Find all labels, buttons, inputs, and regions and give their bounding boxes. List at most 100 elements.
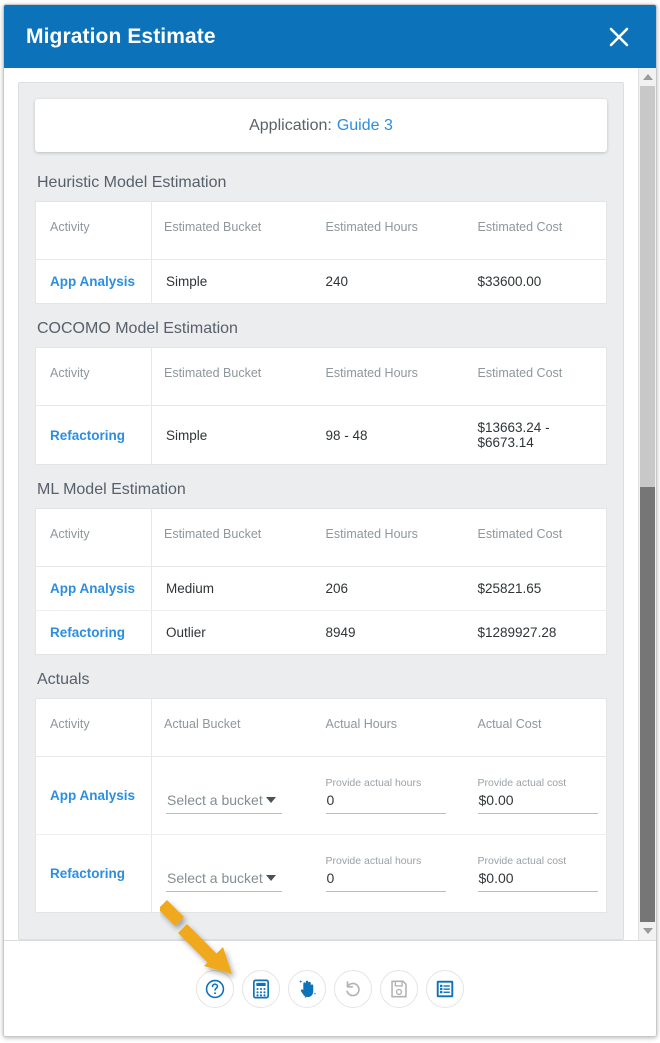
calculator-icon (253, 979, 269, 998)
bucket-select[interactable]: Select a bucket (166, 855, 282, 892)
actual-cost-value: $0.00 (477, 868, 598, 892)
section-title: ML Model Estimation (37, 481, 186, 498)
chevron-down-icon (642, 928, 653, 934)
application-name-link[interactable]: Guide 3 (337, 117, 393, 135)
chevron-up-icon (642, 74, 653, 80)
cell-activity-link[interactable]: Refactoring (35, 405, 152, 465)
content-card: Application: Guide 3 Heuristic Model Est… (18, 82, 624, 940)
table-header-row: Activity Estimated Bucket Estimated Hour… (35, 347, 607, 406)
application-banner: Application: Guide 3 (35, 99, 607, 152)
scrollbar-track[interactable] (639, 86, 656, 922)
bucket-select[interactable]: Select a bucket (166, 777, 282, 814)
bucket-select-value: Select a bucket (167, 870, 263, 886)
cell-estimated-cost: $33600.00 (477, 274, 542, 289)
heuristic-estimation-table: Activity Estimated Bucket Estimated Hour… (35, 201, 607, 304)
actual-cost-input[interactable]: Provide actual cost $0.00 (477, 777, 598, 814)
actual-hours-value: 0 (325, 868, 446, 892)
scrollbar-up-button[interactable] (639, 68, 656, 86)
save-icon (391, 980, 407, 997)
table-row: Refactoring Select a bucket Provide actu… (35, 834, 607, 913)
section-ml-model-estimation: ML Model Estimation Activity Estimated B… (35, 481, 607, 655)
scrollbar-track-upper (640, 86, 655, 488)
table-header-row: Activity Estimated Bucket Estimated Hour… (35, 201, 607, 260)
help-button[interactable] (196, 969, 234, 1008)
actual-hours-input[interactable]: Provide actual hours 0 (325, 777, 446, 814)
actual-cost-label: Provide actual cost (477, 777, 567, 789)
migration-estimate-dialog: Migration Estimate Application: Guide 3 (3, 4, 657, 1037)
column-header-activity: Activity (35, 201, 152, 260)
section-heuristic-model-estimation: Heuristic Model Estimation Activity Esti… (35, 174, 607, 304)
calculator-button[interactable] (242, 969, 280, 1008)
column-header-activity: Activity (35, 698, 152, 757)
cell-activity-link[interactable]: Refactoring (35, 834, 152, 913)
actual-cost-input[interactable]: Provide actual cost $0.00 (477, 855, 598, 892)
column-header-estimated-hours: Estimated Hours (311, 508, 464, 567)
footer-toolbar (4, 940, 656, 1036)
section-title: Heuristic Model Estimation (37, 174, 227, 191)
ml-estimation-table: Activity Estimated Bucket Estimated Hour… (35, 508, 607, 655)
screen: Migration Estimate Application: Guide 3 (0, 0, 660, 1043)
column-header-estimated-bucket: Estimated Bucket (151, 201, 312, 260)
actual-hours-label: Provide actual hours (325, 777, 422, 789)
scrollbar-down-button[interactable] (639, 922, 656, 940)
table-row: App Analysis Medium 206 $25821.65 (35, 566, 607, 611)
column-header-actual-bucket: Actual Bucket (151, 698, 312, 757)
scrollbar-thumb[interactable] (640, 487, 655, 922)
close-button[interactable] (602, 20, 636, 54)
section-title: Actuals (37, 671, 90, 688)
auto-fill-button[interactable] (288, 969, 326, 1008)
table-row: Refactoring Simple 98 - 48 $13663.24 - $… (35, 405, 607, 465)
column-header-estimated-cost: Estimated Cost (463, 201, 607, 260)
application-label: Application: (249, 116, 332, 134)
help-icon (205, 979, 225, 998)
cell-estimated-cost: $25821.65 (463, 566, 607, 611)
cell-estimated-hours: 206 (311, 566, 464, 611)
actual-hours-label: Provide actual hours (325, 855, 422, 867)
cell-actual-hours: Provide actual hours 0 (311, 756, 464, 835)
cocomo-estimation-table: Activity Estimated Bucket Estimated Hour… (35, 347, 607, 465)
column-header-estimated-bucket: Estimated Bucket (151, 508, 312, 567)
cell-estimated-cost: $13663.24 - $6673.14 (477, 420, 550, 450)
cell-actual-hours: Provide actual hours 0 (312, 835, 464, 913)
close-icon (609, 27, 629, 46)
table-header-row: Activity Estimated Bucket Estimated Hour… (35, 508, 607, 567)
cell-actual-bucket: Select a bucket (152, 835, 312, 913)
cell-estimated-bucket: Medium (151, 566, 312, 611)
cell-estimated-cost: $1289927.28 (477, 625, 557, 640)
section-actuals: Actuals Activity Actual Bucket Actual Ho… (35, 671, 607, 913)
section-title: COCOMO Model Estimation (37, 320, 238, 337)
dialog-title: Migration Estimate (26, 24, 216, 48)
column-header-actual-cost: Actual Cost (463, 698, 607, 757)
table-row: App Analysis Simple 240 $33600.00 (35, 259, 607, 304)
table-row: Refactoring Outlier 8949 $1289927.28 (35, 610, 607, 655)
actual-hours-value: 0 (325, 790, 446, 814)
cell-activity-link[interactable]: App Analysis (35, 566, 152, 611)
cell-actual-cost: Provide actual cost $0.00 (464, 835, 607, 913)
scroll-area: Application: Guide 3 Heuristic Model Est… (4, 68, 638, 940)
save-button[interactable] (380, 969, 418, 1008)
cell-estimated-hours: 8949 (325, 625, 356, 640)
cell-activity-link[interactable]: App Analysis (35, 259, 152, 304)
actuals-table: Activity Actual Bucket Actual Hours Actu… (35, 698, 607, 913)
cell-estimated-bucket: Simple (166, 427, 208, 443)
undo-icon (346, 980, 360, 996)
cell-estimated-bucket: Outlier (166, 625, 206, 640)
details-button[interactable] (426, 969, 464, 1008)
dialog-body: Application: Guide 3 Heuristic Model Est… (4, 68, 656, 940)
column-header-estimated-hours: Estimated Hours (311, 347, 464, 406)
column-header-estimated-cost: Estimated Cost (463, 508, 607, 567)
cell-activity-link[interactable]: Refactoring (35, 610, 152, 655)
dialog-titlebar: Migration Estimate (4, 5, 656, 68)
cell-actual-cost: Provide actual cost $0.00 (463, 756, 607, 835)
cell-estimated-hours: 240 (325, 274, 349, 289)
column-header-estimated-bucket: Estimated Bucket (151, 347, 312, 406)
chevron-down-icon (266, 797, 276, 803)
vertical-scrollbar[interactable] (638, 68, 656, 940)
cell-activity-link[interactable]: App Analysis (35, 756, 152, 835)
actual-hours-input[interactable]: Provide actual hours 0 (325, 855, 446, 892)
cell-estimated-hours: 98 - 48 (325, 427, 368, 443)
bucket-select-value: Select a bucket (167, 792, 263, 808)
cell-actual-bucket: Select a bucket (151, 756, 312, 835)
column-header-estimated-hours: Estimated Hours (311, 201, 464, 260)
undo-button[interactable] (334, 969, 372, 1008)
